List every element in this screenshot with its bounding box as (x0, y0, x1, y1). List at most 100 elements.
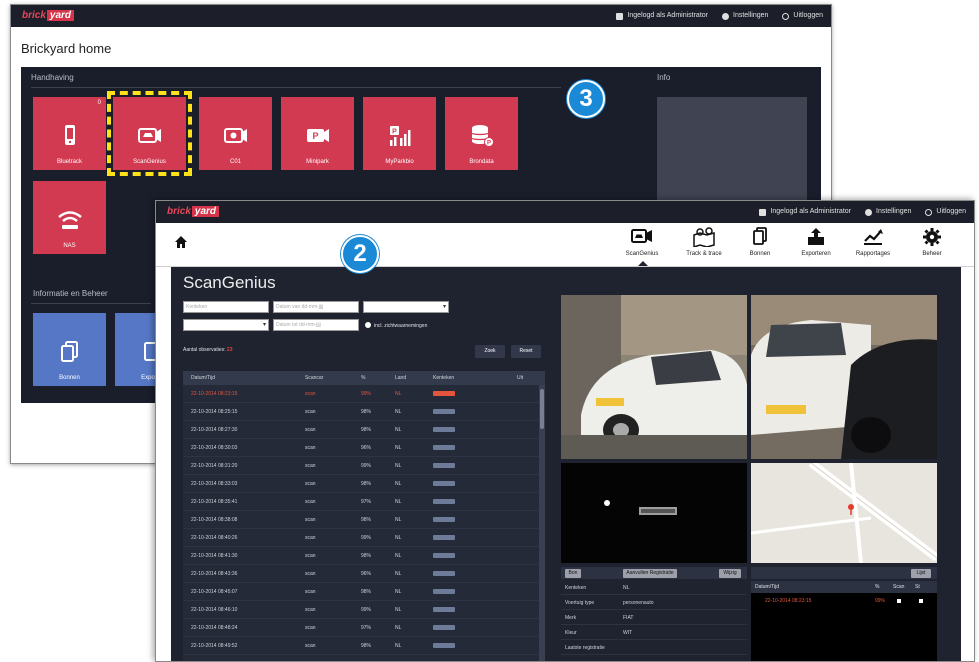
location-map[interactable] (751, 463, 937, 563)
ir-plate-image[interactable] (561, 463, 747, 563)
filter-select-2[interactable] (183, 319, 269, 331)
history-row[interactable]: 22-10-2014 08:23:15 99% (751, 594, 937, 608)
user-menu: Ingelogd als Administrator Instellingen … (616, 9, 823, 23)
col-scancar[interactable]: Scancar (305, 375, 323, 381)
history-col-percent[interactable]: % (875, 584, 879, 590)
brickyard-logo[interactable]: brick yard (162, 205, 224, 219)
tile-bonnen[interactable]: Bonnen (33, 313, 106, 386)
tile-myparkbio[interactable]: P MyParkbio (363, 97, 436, 170)
home-icon[interactable] (174, 235, 188, 254)
date-to-input[interactable]: Datum tot dd-mm-jjjj (273, 319, 359, 331)
col-out[interactable]: Uit (517, 375, 523, 381)
redacted-plate (433, 463, 455, 468)
col-country[interactable]: Land (395, 375, 406, 381)
complete-registration-button[interactable]: Aanvullen Registratie (623, 569, 677, 578)
date-from-input[interactable]: Datum van dd-mm-jjjj (273, 301, 359, 313)
camera-icon (223, 128, 247, 143)
table-row[interactable]: 22-10-2014 08:30:03 scan 96% NL (183, 439, 545, 457)
cell-percent: 99% (361, 607, 372, 613)
table-row[interactable]: 22-10-2014 08:48:24 scan 97% NL (183, 619, 545, 637)
redacted-plate (433, 643, 455, 648)
scrollbar-thumb[interactable] (540, 389, 544, 429)
tile-nas[interactable]: NAS (33, 181, 106, 254)
nav-label: Bonnen (749, 251, 771, 257)
cell-country: NL (395, 535, 402, 541)
cell-scancar: scan (305, 427, 316, 433)
table-row[interactable]: 22-10-2014 08:41:30 scan 98% NL (183, 547, 545, 565)
camera-image-1[interactable] (561, 295, 747, 459)
detail-value: personenauto (623, 600, 654, 606)
history-col-status[interactable]: St (915, 584, 920, 590)
nav-bonnen[interactable]: Bonnen (731, 227, 789, 257)
cell-scancar: scan (305, 463, 316, 469)
database-icon: P (470, 125, 494, 147)
cell-country: NL (395, 553, 402, 559)
tile-bluetrack[interactable]: 0 Bluetrack (33, 97, 106, 170)
col-percent[interactable]: % (361, 375, 365, 381)
sightings-radio[interactable] (365, 322, 371, 328)
login-status: Ingelogd als Administrator (759, 205, 851, 219)
cell-datetime: 22-10-2014 08:23:15 (191, 391, 238, 397)
table-row[interactable]: 22-10-2014 08:49:52 scan 98% NL (183, 637, 545, 655)
edit-button[interactable]: Wijzig (719, 569, 741, 578)
tile-minipark[interactable]: P Minipark (281, 97, 354, 170)
list-button[interactable]: Lijst (911, 569, 931, 578)
cell-percent: 98% (361, 481, 372, 487)
table-row[interactable]: 22-10-2014 08:35:41 scan 97% NL (183, 493, 545, 511)
tile-scangenius[interactable]: ScanGenius (107, 91, 192, 176)
brickyard-logo[interactable]: brick yard (17, 9, 79, 23)
cell-scancar: scan (305, 607, 316, 613)
col-datetime[interactable]: Datum/Tijd (191, 375, 215, 381)
nav-track-trace[interactable]: Track & trace (675, 227, 733, 257)
table-row[interactable]: 22-10-2014 08:27:30 scan 98% NL (183, 421, 545, 439)
table-row[interactable]: 22-10-2014 08:43:36 scan 96% NL (183, 565, 545, 583)
bon-button[interactable]: Bon (565, 569, 581, 578)
svg-text:P: P (486, 141, 490, 147)
logout-link[interactable]: Uitloggen (925, 205, 966, 219)
tile-c01[interactable]: C01 (199, 97, 272, 170)
table-row[interactable]: 22-10-2014 08:31:20 scan 99% NL (183, 457, 545, 475)
cell-percent: 96% (361, 445, 372, 451)
documents-icon (60, 341, 78, 362)
view-icon[interactable] (897, 599, 901, 603)
table-row[interactable]: 22-10-2014 08:52:04scan98%NL (183, 655, 545, 661)
history-col-datetime[interactable]: Datum/Tijd (755, 584, 779, 590)
tile-brondata[interactable]: P Brondata (445, 97, 518, 170)
reset-button[interactable]: Reset (511, 345, 541, 358)
nav-rapportages[interactable]: Rapportages (844, 227, 902, 257)
detail-key: Laatste registratie (565, 645, 605, 651)
table-row[interactable]: 22-10-2014 08:23:15 scan 99% NL (183, 385, 545, 403)
table-row[interactable]: 22-10-2014 08:46:10 scan 99% NL (183, 601, 545, 619)
nav-scangenius[interactable]: ScanGenius (613, 227, 671, 266)
cell-percent: 99% (361, 391, 372, 397)
table-row[interactable]: 22-10-2014 08:33:03 scan 98% NL (183, 475, 545, 493)
settings-link[interactable]: Instellingen (865, 205, 911, 219)
cell-country: NL (395, 517, 402, 523)
step-3-badge: 3 (567, 80, 605, 118)
history-col-scan[interactable]: Scan (893, 584, 904, 590)
camera-image-2[interactable] (751, 295, 937, 459)
table-row[interactable]: 22-10-2014 08:45:07 scan 98% NL (183, 583, 545, 601)
cell-scancar: scan (305, 517, 316, 523)
nav-exporteren[interactable]: Exporteren (787, 227, 845, 257)
col-plate[interactable]: Kenteken (433, 375, 454, 381)
cell-datetime: 22-10-2014 08:33:03 (191, 481, 238, 487)
logo-yard-text: yard (46, 10, 75, 21)
table-scrollbar[interactable] (539, 385, 545, 661)
scan-car-icon (137, 128, 161, 143)
history-header: Datum/Tijd % Scan St (751, 581, 937, 593)
detail-row: Merk FIAT (561, 611, 747, 625)
plate-input[interactable]: Kenteken (183, 301, 269, 313)
delete-icon[interactable] (919, 599, 923, 603)
filter-select-1[interactable] (363, 301, 449, 313)
cell-scancar: scan (305, 625, 316, 631)
table-row[interactable]: 22-10-2014 08:38:08 scan 98% NL (183, 511, 545, 529)
cell-country: NL (395, 445, 402, 451)
settings-link[interactable]: Instellingen (722, 9, 768, 23)
logout-link[interactable]: Uitloggen (782, 9, 823, 23)
logout-label: Uitloggen (793, 12, 823, 19)
nav-beheer[interactable]: Beheer (903, 227, 961, 257)
table-row[interactable]: 22-10-2014 08:25:15 scan 98% NL (183, 403, 545, 421)
search-button[interactable]: Zoek (475, 345, 505, 358)
table-row[interactable]: 22-10-2014 08:40:26 scan 99% NL (183, 529, 545, 547)
